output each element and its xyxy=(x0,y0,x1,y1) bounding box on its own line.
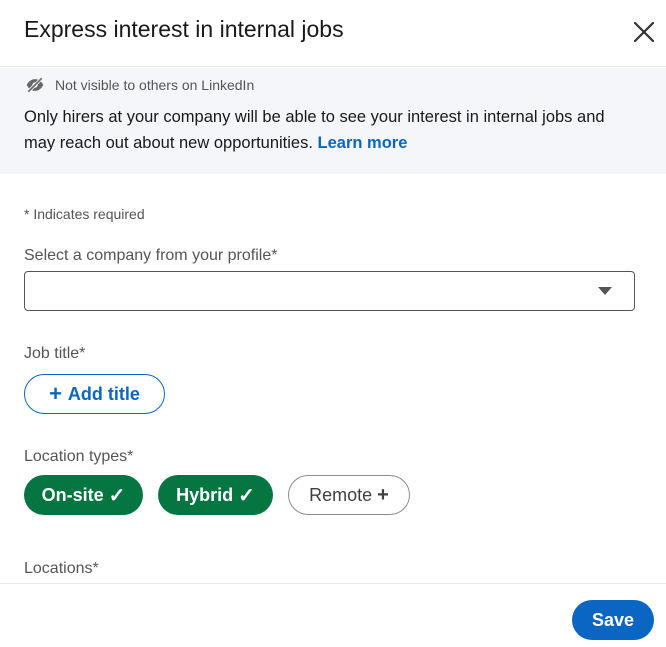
caret-down-icon xyxy=(598,287,612,295)
visibility-notice: Not visible to others on LinkedIn Only h… xyxy=(0,68,666,174)
location-type-onsite[interactable]: On-site ✓ xyxy=(24,475,143,515)
company-select[interactable] xyxy=(24,271,635,311)
add-title-button[interactable]: + Add title xyxy=(24,374,165,414)
job-title-label: Job title* xyxy=(24,345,86,362)
plus-icon: + xyxy=(49,381,62,406)
required-note: * Indicates required xyxy=(24,206,145,222)
remote-label: Remote xyxy=(309,484,373,505)
eye-slash-icon xyxy=(26,77,44,93)
close-icon[interactable] xyxy=(628,16,660,48)
save-button[interactable]: Save xyxy=(572,600,654,640)
add-title-label: Add title xyxy=(67,383,140,404)
hybrid-label: Hybrid xyxy=(176,484,234,505)
company-label: Select a company from your profile* xyxy=(24,247,278,264)
dialog-header: Express interest in internal jobs xyxy=(0,0,666,67)
notice-body: Only hirers at your company will be able… xyxy=(24,108,605,152)
notice-header: Not visible to others on LinkedIn xyxy=(25,76,254,94)
location-type-remote[interactable]: Remote + xyxy=(288,475,410,515)
checkmark-icon: ✓ xyxy=(108,484,126,507)
notice-label: Not visible to others on LinkedIn xyxy=(55,77,255,93)
dialog-footer: Save xyxy=(0,583,666,647)
dialog-title: Express interest in internal jobs xyxy=(24,16,344,42)
learn-more-link[interactable]: Learn more xyxy=(318,134,408,152)
location-types-label: Location types* xyxy=(24,448,134,465)
location-type-hybrid[interactable]: Hybrid ✓ xyxy=(158,475,273,515)
locations-label: Locations* xyxy=(24,560,99,577)
onsite-label: On-site xyxy=(41,484,104,505)
notice-text: Only hirers at your company will be able… xyxy=(24,104,634,156)
plus-icon: + xyxy=(377,483,389,506)
checkmark-icon: ✓ xyxy=(238,484,255,507)
